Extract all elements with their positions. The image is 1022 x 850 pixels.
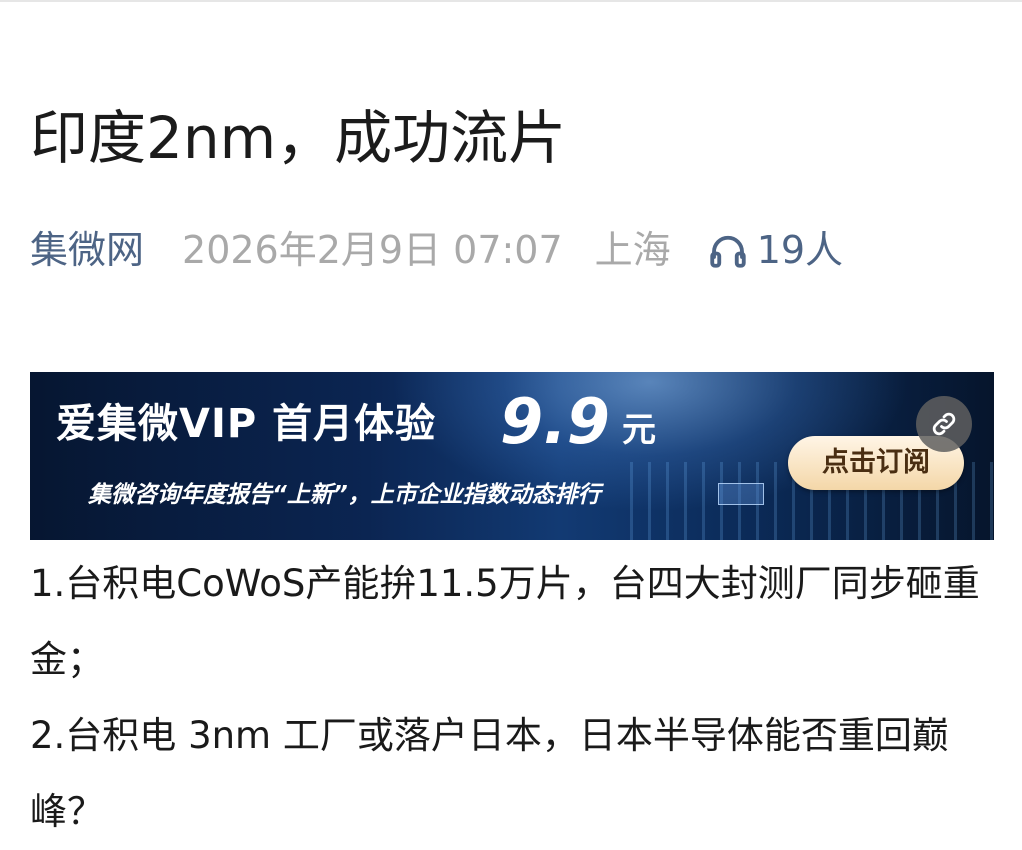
chip-graphic: [718, 483, 764, 505]
article-meta: 集微网 2026年2月9日 07:07 上海 19人: [30, 222, 843, 278]
share-link-button[interactable]: [916, 396, 972, 452]
link-icon: [932, 412, 956, 436]
banner-price-unit: 元: [622, 410, 656, 450]
listen-button[interactable]: 19人: [707, 222, 843, 278]
top-divider: [0, 0, 1022, 2]
publish-datetime: 2026年2月9日 07:07: [182, 228, 563, 272]
listener-count: 19人: [756, 228, 844, 272]
banner-subtitle: 集微咨询年度报告“上新”，上市企业指数动态排行: [88, 482, 601, 508]
banner-price: 9.9: [500, 385, 610, 458]
news-item-2[interactable]: 2.台积电 3nm 工厂或落户日本，日本半导体能否重回巅峰？: [30, 698, 1000, 850]
source-link[interactable]: 集微网: [30, 222, 144, 278]
vip-promo-banner[interactable]: 爱集微VIP 首月体验 9.9 元 集微咨询年度报告“上新”，上市企业指数动态排…: [30, 372, 994, 540]
banner-headline: 爱集微VIP 首月体验: [56, 401, 437, 447]
headphones-icon: [710, 235, 746, 268]
publish-location: 上海: [594, 228, 671, 272]
news-item-1[interactable]: 1.台积电CoWoS产能拚11.5万片，台四大封测厂同步砸重金；: [30, 546, 1000, 698]
article-title: 印度2nm，成功流片: [30, 104, 567, 172]
